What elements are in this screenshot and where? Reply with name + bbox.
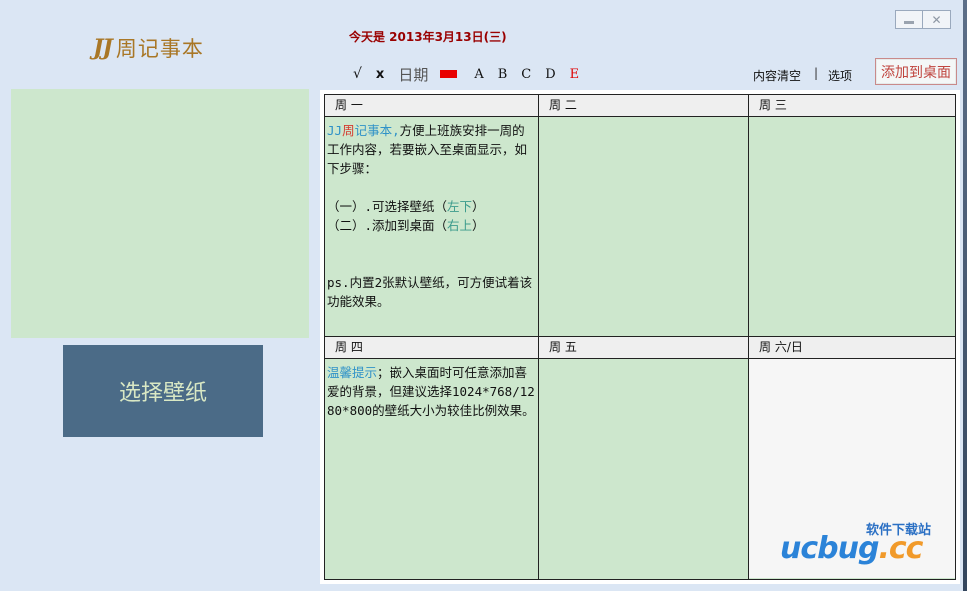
day-cell-monday: 周 一 JJ周记事本,方便上班族安排一周的工作内容，若要嵌入至桌面显示，如下步骤… [325, 95, 539, 337]
window-controls: ✕ [895, 10, 951, 29]
day-header-wednesday: 周 三 [749, 95, 955, 117]
mark-a-button[interactable]: A [474, 67, 483, 82]
minimize-button[interactable] [895, 10, 923, 29]
day-note-thursday[interactable]: 温馨提示；嵌入桌面时可任意添加喜爱的背景，但建议选择1024*768/1280*… [325, 359, 538, 578]
day-note-wednesday[interactable] [749, 117, 955, 336]
brand-rest-text: 记事本, [354, 123, 400, 138]
options-link[interactable]: 选项 [828, 67, 852, 84]
site-watermark: 软件下载站 ucbug.cc [778, 517, 964, 577]
step2-suffix: ） [472, 218, 485, 233]
step1-hint: 左下 [447, 199, 473, 214]
step1-suffix: ） [472, 199, 485, 214]
minimize-icon [904, 20, 914, 24]
menu-separator: | [814, 66, 819, 80]
mark-d-button[interactable]: D [545, 67, 555, 82]
step2-hint: 右上 [447, 218, 473, 233]
mark-b-button[interactable]: B [498, 67, 508, 82]
step2-prefix: （二）.添加到桌面（ [327, 218, 448, 233]
day-note-monday[interactable]: JJ周记事本,方便上班族安排一周的工作内容，若要嵌入至桌面显示，如下步骤： （一… [325, 117, 538, 336]
mark-c-button[interactable]: C [521, 67, 531, 82]
day-header-friday: 周 五 [539, 337, 748, 359]
thursday-note-text: 温馨提示；嵌入桌面时可任意添加喜爱的背景，但建议选择1024*768/1280*… [325, 359, 538, 420]
tip-label: 温馨提示 [327, 365, 378, 380]
step1-prefix: （一）.可选择壁纸（ [327, 199, 448, 214]
logo-mark: JJ [93, 35, 113, 61]
day-header-weekend: 周 六/日 [749, 337, 955, 359]
close-icon: ✕ [931, 12, 942, 27]
check-mark-button[interactable]: √ [353, 66, 362, 82]
ps-text: ps.内置2张默认壁纸，可方便试着该功能效果。 [327, 275, 533, 309]
day-note-friday[interactable] [539, 359, 748, 578]
day-note-tuesday[interactable] [539, 117, 748, 336]
close-button[interactable]: ✕ [923, 10, 951, 29]
monday-note-text: JJ周记事本,方便上班族安排一周的工作内容，若要嵌入至桌面显示，如下步骤： （一… [325, 117, 538, 311]
day-header-tuesday: 周 二 [539, 95, 748, 117]
day-cell-wednesday: 周 三 [749, 95, 955, 337]
week-grid-table: 周 一 JJ周记事本,方便上班族安排一周的工作内容，若要嵌入至桌面显示，如下步骤… [324, 94, 956, 580]
watermark-domain-text: .cc [878, 531, 923, 566]
brand-jj-text: JJ [327, 123, 343, 138]
window-edge [963, 0, 967, 591]
app-title: 周记事本 [115, 37, 204, 61]
insert-date-button[interactable]: 日期 [398, 64, 428, 85]
wallpaper-preview [11, 89, 309, 338]
red-marker-button[interactable] [440, 70, 458, 78]
day-header-thursday: 周 四 [325, 337, 538, 359]
today-date: 今天是 2013年3月13日(三) [349, 30, 507, 44]
clear-content-link[interactable]: 内容清空 [753, 67, 801, 84]
watermark-main-text: ucbug [780, 531, 879, 566]
watermark-logo: ucbug.cc [780, 531, 923, 566]
choose-wallpaper-button[interactable]: 选择壁纸 [63, 345, 263, 437]
cross-mark-button[interactable]: x [376, 67, 384, 82]
mark-e-button[interactable]: E [570, 67, 580, 82]
day-cell-thursday: 周 四 温馨提示；嵌入桌面时可任意添加喜爱的背景，但建议选择1024*768/1… [325, 337, 539, 579]
format-toolbar: √ x 日期 A B C D E [353, 64, 593, 84]
app-logo: JJ 周记事本 [93, 33, 204, 63]
day-cell-tuesday: 周 二 [539, 95, 749, 337]
brand-zhou-text: 周 [342, 123, 355, 138]
add-to-desktop-button[interactable]: 添加到桌面 [875, 58, 957, 85]
week-grid: 周 一 JJ周记事本,方便上班族安排一周的工作内容，若要嵌入至桌面显示，如下步骤… [320, 90, 960, 584]
day-cell-friday: 周 五 [539, 337, 749, 579]
day-header-monday: 周 一 [325, 95, 538, 117]
